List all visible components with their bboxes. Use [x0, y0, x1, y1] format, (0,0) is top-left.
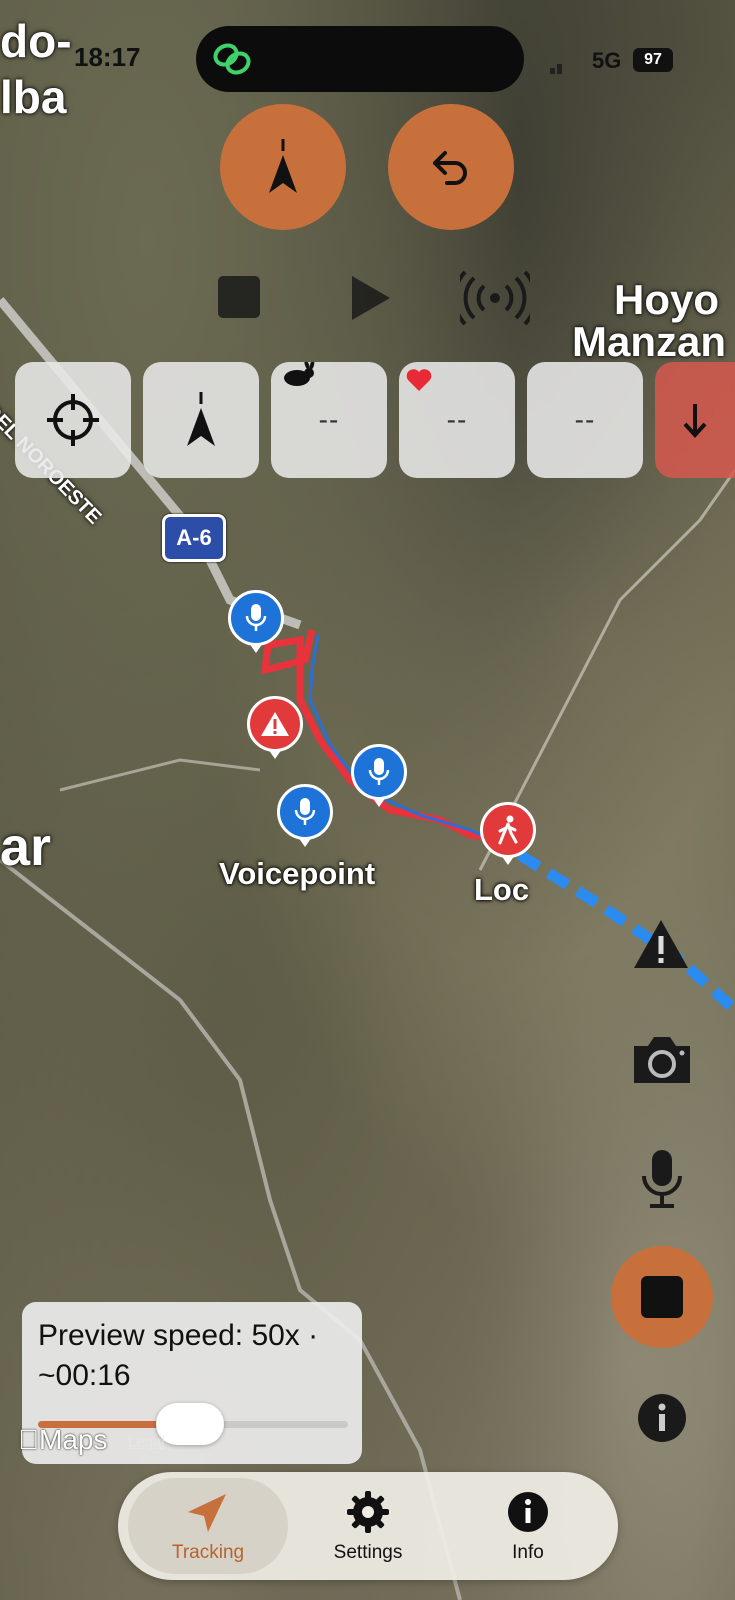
cellular-signal-icon: [550, 56, 564, 74]
place-label-ar: ar: [0, 817, 52, 877]
place-label-hoyo: Hoyo: [614, 276, 719, 323]
stop-icon: [641, 1276, 683, 1318]
heart-rate-value: --: [446, 404, 468, 435]
status-time: 18:17: [74, 42, 141, 72]
location-arrow-icon: [188, 1494, 226, 1532]
microphone-icon: [368, 758, 390, 785]
heading-tile[interactable]: [143, 362, 259, 478]
play-icon[interactable]: [348, 274, 392, 322]
gear-icon: [347, 1491, 389, 1533]
tab-settings[interactable]: Settings: [288, 1478, 448, 1574]
warning-icon[interactable]: [632, 918, 690, 970]
arrow-down-icon: [683, 404, 707, 438]
tab-label: Tracking: [171, 1542, 245, 1563]
link-icon: [213, 43, 251, 75]
voicepoint-pin[interactable]: [228, 590, 284, 653]
undo-icon: [433, 151, 467, 185]
loc-label: Loc: [474, 872, 530, 907]
compass-arrow-icon: [269, 139, 297, 193]
heart-rate-tile[interactable]: --: [399, 362, 515, 478]
voicepoint-pin[interactable]: [277, 784, 333, 847]
rabbit-icon: [284, 362, 315, 386]
dynamic-island[interactable]: [196, 26, 524, 92]
tab-bar: Tracking Settings Info: [118, 1472, 618, 1580]
compass-button[interactable]: [220, 104, 346, 230]
speed-tile[interactable]: --: [271, 362, 387, 478]
preview-speed-text: Preview speed: 50x · ~00:16: [38, 1319, 319, 1392]
location-pin[interactable]: [480, 802, 536, 865]
broadcast-icon[interactable]: [460, 270, 530, 326]
apple-maps-logo: Maps: [18, 1424, 107, 1455]
info-icon[interactable]: [636, 1392, 688, 1444]
microphone-icon[interactable]: [640, 1148, 684, 1212]
walking-person-icon: [498, 815, 518, 845]
map-screen: do- lba Hoyo Manzan ar DEL NOROESTE A-6 …: [0, 0, 735, 1600]
battery-level: 97: [633, 48, 673, 72]
download-tile[interactable]: [655, 362, 735, 478]
tab-label: Settings: [333, 1542, 403, 1563]
legal-link[interactable]: Legal: [128, 1434, 165, 1451]
preview-slider-thumb[interactable]: [155, 1403, 224, 1445]
route-dashed-line: [517, 850, 735, 1015]
speed-value: --: [318, 404, 340, 435]
place-label-2: lba: [0, 71, 67, 123]
crosshair-icon: [47, 394, 99, 446]
stop-playback-icon[interactable]: [218, 276, 260, 318]
camera-icon[interactable]: [630, 1034, 694, 1086]
heart-icon: [406, 369, 432, 391]
voicepoint-pin[interactable]: [351, 744, 407, 807]
warning-icon: [261, 712, 289, 736]
microphone-icon: [245, 604, 267, 631]
undo-button[interactable]: [388, 104, 514, 230]
network-type: 5G: [592, 48, 622, 73]
road-west: [59, 758, 261, 792]
tab-info[interactable]: Info: [448, 1478, 608, 1574]
tab-label: Info: [512, 1542, 544, 1563]
stop-recording-button[interactable]: [611, 1246, 713, 1348]
place-label-manzan: Manzan: [572, 318, 727, 365]
recenter-tile[interactable]: [15, 362, 131, 478]
metric-value: --: [574, 404, 596, 435]
heading-arrow-icon: [187, 392, 215, 446]
road-shield: A-6: [162, 514, 226, 562]
place-label-1: do-: [0, 15, 72, 67]
microphone-icon: [294, 798, 316, 825]
voicepoint-label: Voicepoint: [219, 856, 376, 891]
metric-tile[interactable]: --: [527, 362, 643, 478]
warning-pin[interactable]: [247, 696, 303, 759]
tab-tracking[interactable]: Tracking: [128, 1478, 288, 1574]
info-circle-icon: [508, 1492, 548, 1532]
